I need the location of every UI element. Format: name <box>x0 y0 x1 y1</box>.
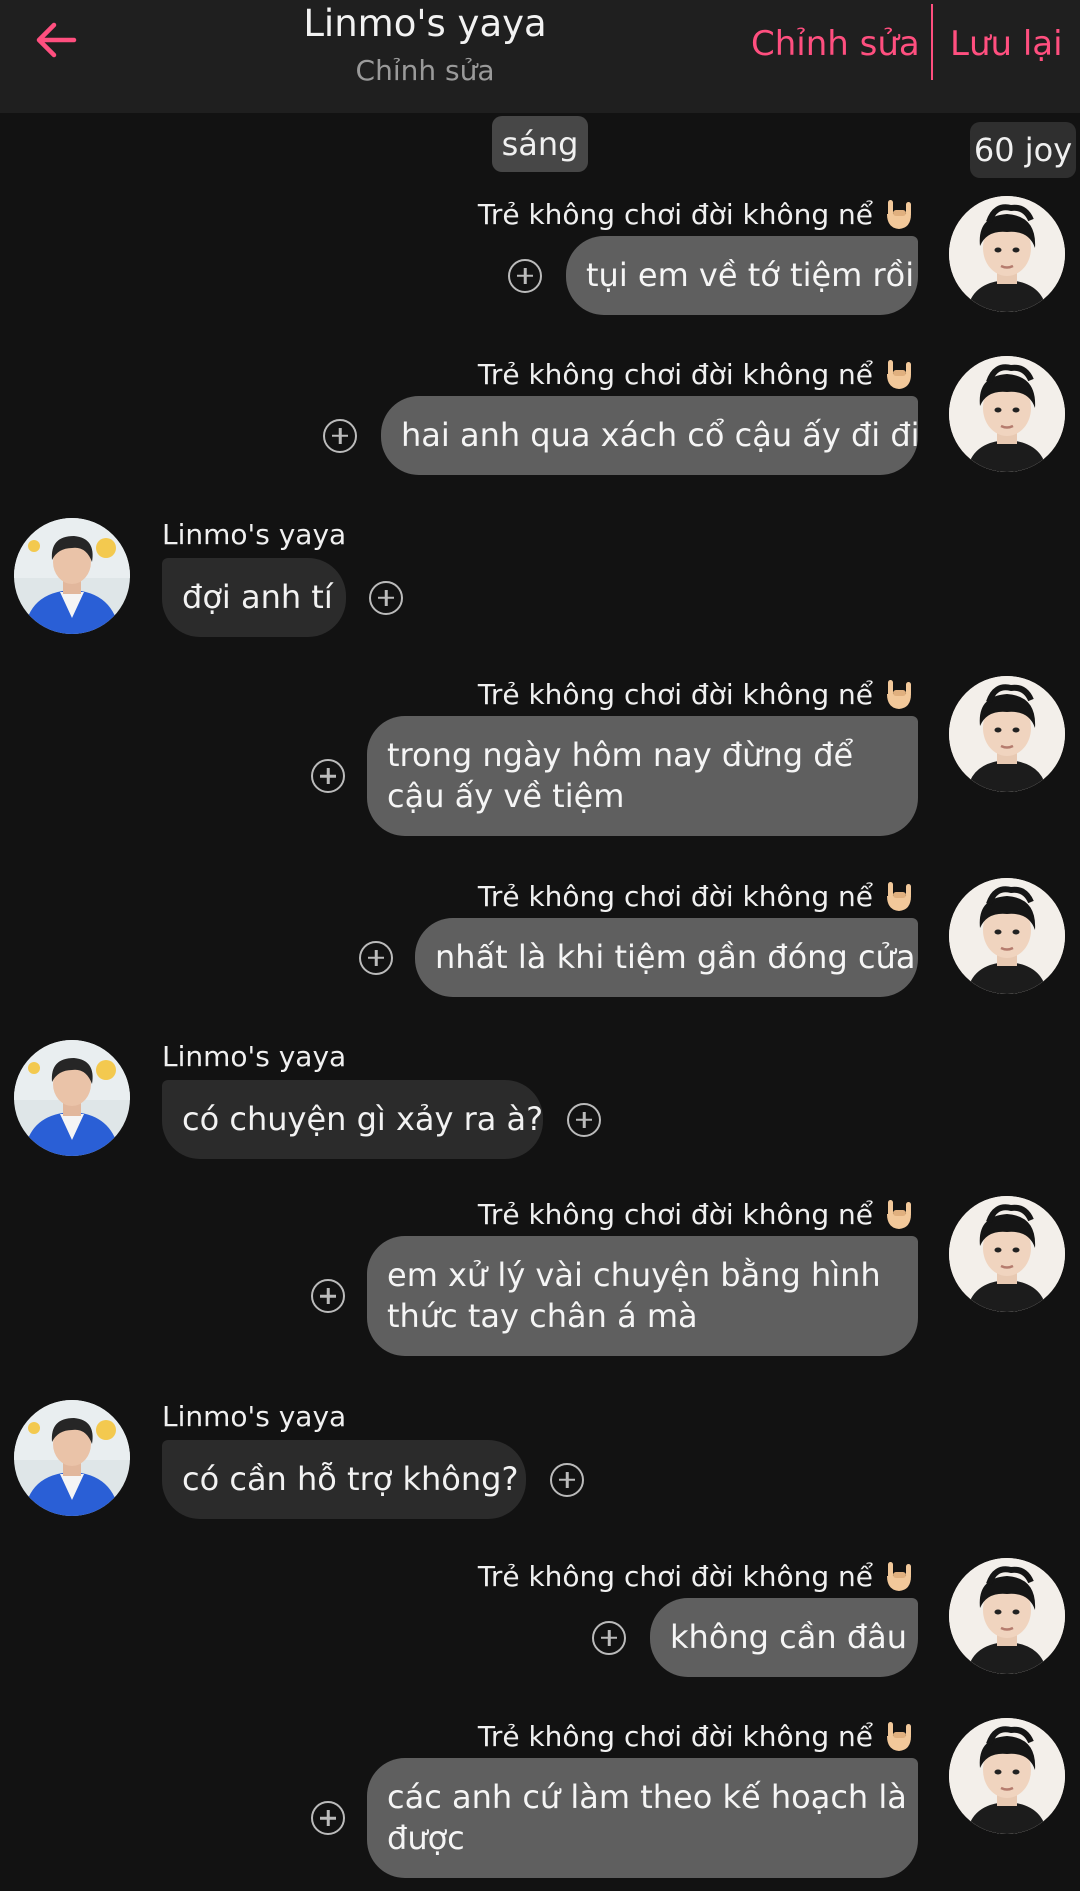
avatar[interactable] <box>949 1196 1065 1312</box>
avatar-boy-icon <box>949 1196 1065 1312</box>
sender-name: Linmo's yaya <box>162 1400 346 1433</box>
rock-hand-icon <box>887 360 911 389</box>
avatar[interactable] <box>949 1718 1065 1834</box>
message-text-line: có chuyện gì xảy ra à? <box>182 1100 544 1138</box>
message-text-line: đợi anh tí <box>182 578 333 616</box>
sender-name: Trẻ không chơi đời không nể <box>478 1718 917 1754</box>
sender-name: Trẻ không chơi đời không nể <box>478 1558 917 1594</box>
message-text-line: không cần đâu <box>670 1618 908 1656</box>
message-text-line: tụi em về tớ tiệm rồi <box>586 256 915 294</box>
avatar[interactable] <box>14 518 130 634</box>
add-reaction-icon[interactable] <box>550 1462 584 1497</box>
avatar-man-icon <box>14 518 130 634</box>
add-reaction-icon[interactable] <box>592 1620 626 1655</box>
sender-name-text: Linmo's yaya <box>162 1400 347 1433</box>
sender-name-text: Linmo's yaya <box>162 518 347 551</box>
message-bubble[interactable]: trong ngày hôm nay đừng để cậu ấy về tiệm <box>367 716 918 836</box>
sender-name: Trẻ không chơi đời không nể <box>478 1196 917 1232</box>
avatar[interactable] <box>949 196 1065 312</box>
avatar-boy-icon <box>949 676 1065 792</box>
header-divider <box>931 4 933 80</box>
sender-name-text: Trẻ không chơi đời không nể <box>477 1197 873 1231</box>
page-subtitle: Chỉnh sửa <box>355 54 495 87</box>
page-title: Linmo's yaya <box>303 2 547 45</box>
avatar-boy-icon <box>949 878 1065 994</box>
message-text-line: nhất là khi tiệm gần đóng cửa <box>435 938 916 976</box>
add-reaction-icon[interactable] <box>369 580 403 615</box>
avatar-boy-icon <box>949 196 1065 312</box>
add-reaction-icon[interactable] <box>323 418 357 453</box>
top-bar: Linmo's yaya Chỉnh sửa Chỉnh sửa Lưu lại <box>0 0 1080 113</box>
time-of-day-chip: sáng <box>492 116 588 172</box>
avatar[interactable] <box>949 878 1065 994</box>
avatar[interactable] <box>949 356 1065 472</box>
message-text-line: trong ngày hôm nay đừng để <box>387 736 854 774</box>
message-bubble[interactable]: có chuyện gì xảy ra à? <box>162 1080 543 1159</box>
edit-button[interactable]: Chỉnh sửa <box>751 24 920 64</box>
add-reaction-icon[interactable] <box>311 1279 345 1313</box>
avatar[interactable] <box>949 676 1065 792</box>
add-reaction-icon[interactable] <box>508 258 542 293</box>
message-bubble[interactable]: hai anh qua xách cổ cậu ấy đi đi <box>381 396 920 475</box>
avatar[interactable] <box>14 1040 130 1156</box>
avatar-boy-icon <box>949 1558 1065 1674</box>
joy-counter: 60 joy <box>970 122 1076 178</box>
sender-name: Linmo's yaya <box>162 1040 346 1073</box>
sender-name: Trẻ không chơi đời không nể <box>478 196 917 232</box>
rock-hand-icon <box>887 1562 911 1591</box>
message-text-line: cậu ấy về tiệm <box>387 777 625 815</box>
avatar-boy-icon <box>949 1718 1065 1834</box>
message-bubble[interactable]: không cần đâu <box>650 1598 918 1677</box>
message-text-line: hai anh qua xách cổ cậu ấy đi đi <box>401 416 920 454</box>
rock-hand-icon <box>887 200 911 229</box>
sender-name-text: Trẻ không chơi đời không nể <box>477 1559 873 1593</box>
rock-hand-icon <box>887 680 911 709</box>
save-button[interactable]: Lưu lại <box>950 24 1063 64</box>
sender-name: Linmo's yaya <box>162 518 346 551</box>
avatar-man-icon <box>14 1040 130 1156</box>
sender-name-text: Linmo's yaya <box>162 1040 347 1073</box>
message-bubble[interactable]: tụi em về tớ tiệm rồi <box>566 236 918 315</box>
message-bubble[interactable]: có cần hỗ trợ không? <box>162 1440 526 1519</box>
message-bubble[interactable]: đợi anh tí <box>162 558 346 637</box>
sender-name: Trẻ không chơi đời không nể <box>478 356 917 392</box>
message-bubble[interactable]: em xử lý vài chuyện bằng hình thức tay ch… <box>367 1236 918 1356</box>
sender-name-text: Trẻ không chơi đời không nể <box>477 677 873 711</box>
message-text-line: có cần hỗ trợ không? <box>182 1460 519 1498</box>
rock-hand-icon <box>887 1722 911 1751</box>
sender-name-text: Trẻ không chơi đời không nể <box>477 879 873 913</box>
sender-name-text: Trẻ không chơi đời không nể <box>477 1719 873 1753</box>
sender-name: Trẻ không chơi đời không nể <box>478 878 917 914</box>
avatar-man-icon <box>14 1400 130 1516</box>
add-reaction-icon[interactable] <box>359 940 393 975</box>
avatar[interactable] <box>14 1400 130 1516</box>
message-bubble[interactable]: nhất là khi tiệm gần đóng cửa <box>415 918 918 997</box>
message-text-line: được <box>387 1819 465 1857</box>
message-text-line: các anh cứ làm theo kế hoạch là <box>387 1778 907 1816</box>
rock-hand-icon <box>887 1200 911 1229</box>
add-reaction-icon[interactable] <box>567 1102 601 1137</box>
rock-hand-icon <box>887 882 911 911</box>
message-text-line: thức tay chân á mà <box>387 1297 698 1335</box>
message-text-line: em xử lý vài chuyện bằng hình <box>387 1256 881 1294</box>
avatar-boy-icon <box>949 356 1065 472</box>
sender-name-text: Trẻ không chơi đời không nể <box>477 197 873 231</box>
message-bubble[interactable]: các anh cứ làm theo kế hoạch là được <box>367 1758 918 1878</box>
avatar[interactable] <box>949 1558 1065 1674</box>
add-reaction-icon[interactable] <box>311 1801 345 1835</box>
add-reaction-icon[interactable] <box>311 759 345 793</box>
sender-name: Trẻ không chơi đời không nể <box>478 676 917 712</box>
sender-name-text: Trẻ không chơi đời không nể <box>477 357 873 391</box>
